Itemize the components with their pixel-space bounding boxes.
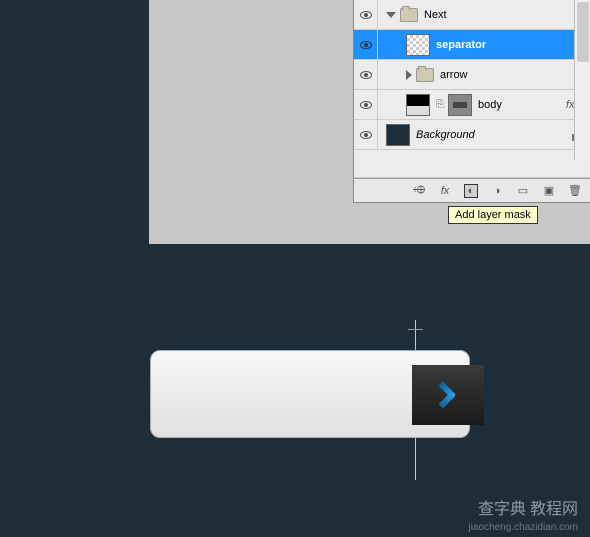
button-arrow-box <box>412 365 484 425</box>
visibility-toggle[interactable] <box>354 30 378 59</box>
layer-label: Background <box>416 129 475 141</box>
scrollbar-thumb[interactable] <box>577 2 589 62</box>
layer-style-icon[interactable]: fx <box>438 184 452 198</box>
layer-group-arrow[interactable]: arrow <box>354 60 590 90</box>
eye-icon <box>360 131 372 139</box>
folder-icon <box>416 68 434 82</box>
link-layers-icon[interactable]: ⬲ <box>412 184 426 198</box>
eye-icon <box>360 71 372 79</box>
tooltip: Add layer mask <box>448 206 538 224</box>
layer-body[interactable]: ⎘ body fx ▾ <box>354 90 590 120</box>
layer-label: Next <box>424 9 447 21</box>
layer-label: body <box>478 99 502 111</box>
expand-arrow-icon[interactable] <box>406 70 412 80</box>
layer-thumbnail <box>386 124 410 146</box>
link-icon: ⎘ <box>436 98 444 112</box>
watermark-url: jiaocheng.chazidian.com <box>468 522 578 533</box>
guide-cross-mark <box>408 329 423 330</box>
layer-label: arrow <box>440 69 468 81</box>
new-layer-icon[interactable]: ▣ <box>542 184 556 198</box>
folder-icon <box>400 8 418 22</box>
layers-panel-footer: ⬲ fx ◐ ◑ ▭ ▣ 🗑 <box>354 178 590 202</box>
new-group-icon[interactable]: ▭ <box>516 184 530 198</box>
mask-thumbnail <box>448 94 472 116</box>
button-body-shape <box>150 350 470 438</box>
adjustment-layer-icon[interactable]: ◑ <box>490 184 504 198</box>
visibility-toggle[interactable] <box>354 60 378 89</box>
layer-separator[interactable]: separator <box>354 30 590 60</box>
visibility-toggle[interactable] <box>354 120 378 149</box>
layer-group-next[interactable]: Next <box>354 0 590 30</box>
eye-icon <box>360 41 372 49</box>
eye-icon <box>360 101 372 109</box>
layer-label: separator <box>436 39 486 51</box>
expand-arrow-icon[interactable] <box>386 12 396 18</box>
layers-scrollbar[interactable] <box>574 0 590 160</box>
delete-layer-icon[interactable]: 🗑 <box>568 184 582 198</box>
button-design-preview <box>150 350 470 445</box>
layer-thumbnail <box>406 94 430 116</box>
watermark-text: 查字典 教程网 <box>478 495 578 519</box>
layers-panel: Next separator arrow <box>353 0 590 203</box>
visibility-toggle[interactable] <box>354 90 378 119</box>
layers-empty-area <box>354 150 590 178</box>
add-layer-mask-button[interactable]: ◐ <box>464 184 478 198</box>
layer-thumbnail <box>406 34 430 56</box>
layer-background[interactable]: Background <box>354 120 590 150</box>
visibility-toggle[interactable] <box>354 0 378 29</box>
eye-icon <box>360 11 372 19</box>
